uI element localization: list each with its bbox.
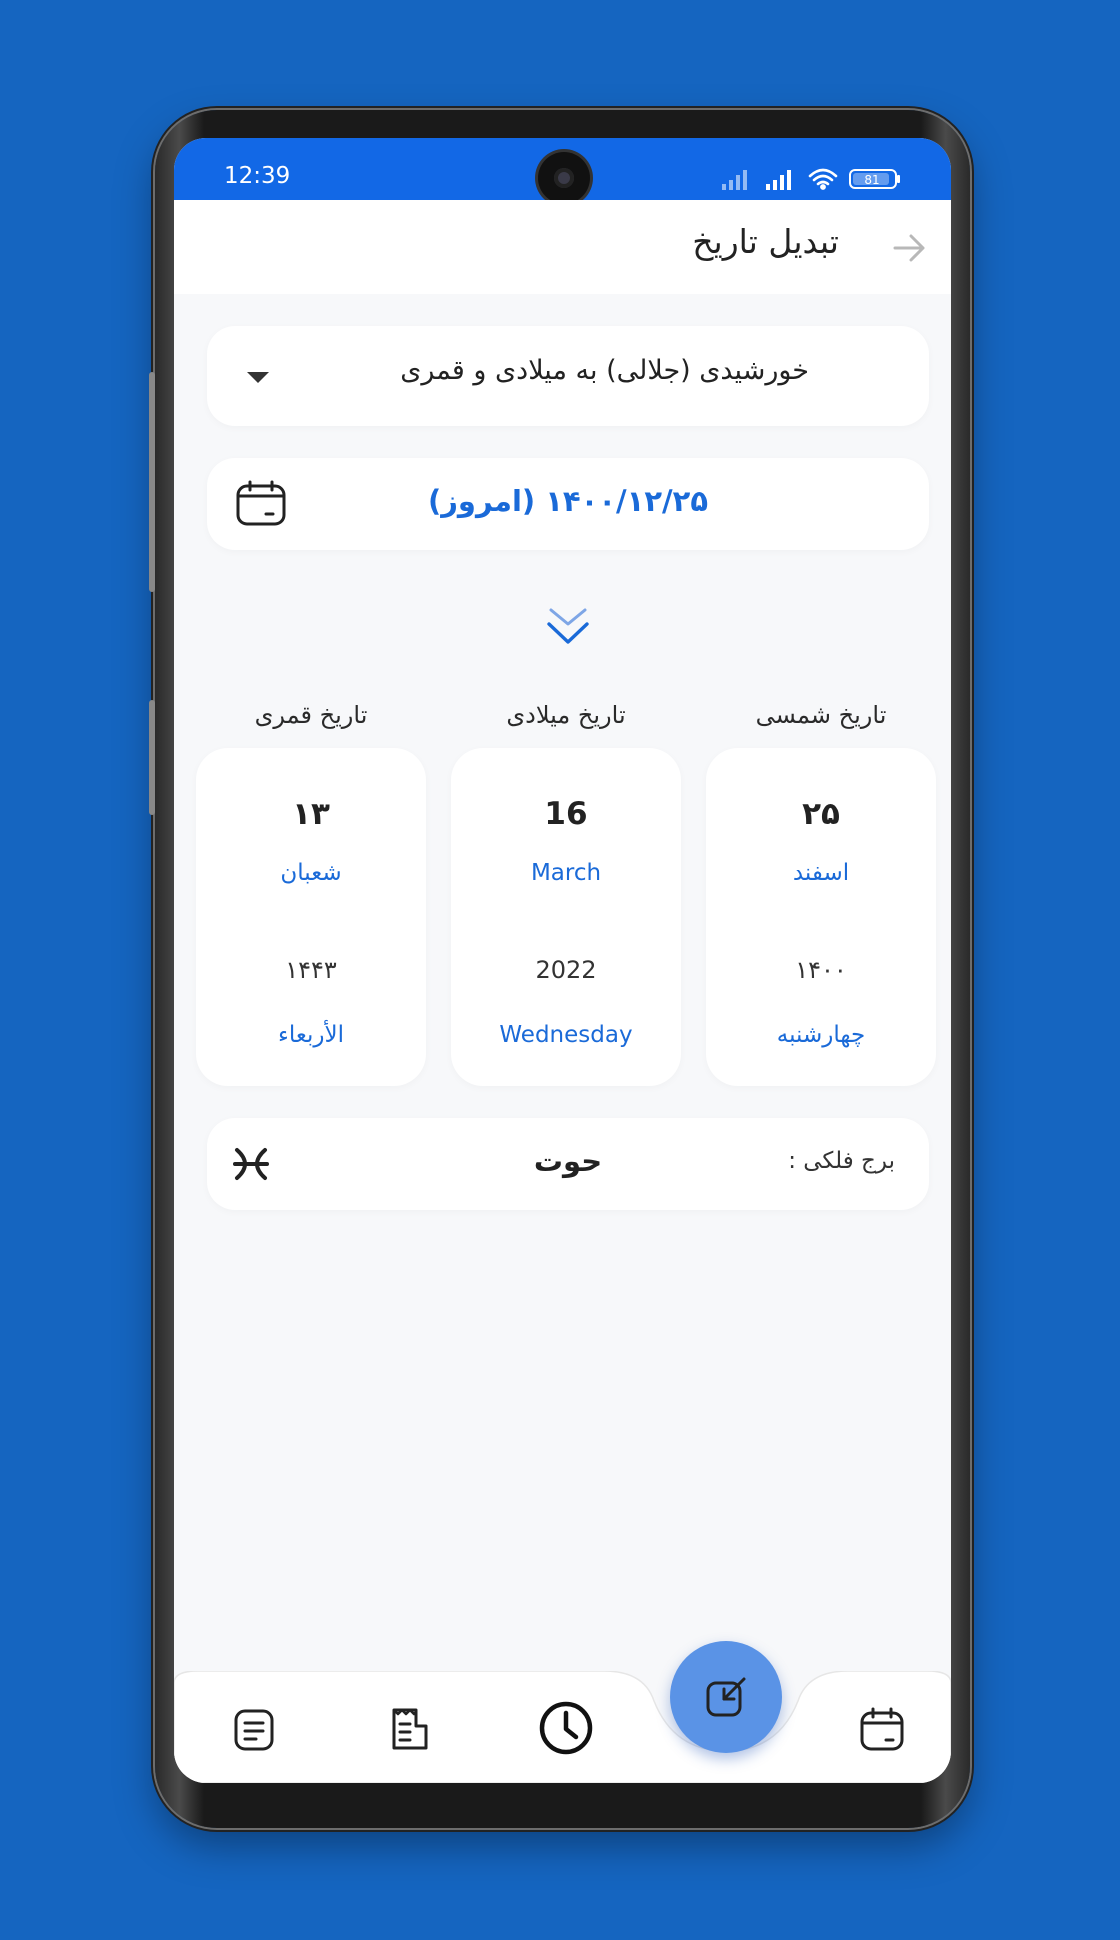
calendar-icon[interactable] <box>235 480 287 528</box>
phone-side-button <box>149 372 155 592</box>
app-header: تبدیل تاریخ <box>174 200 951 294</box>
shamsi-date-card: ۲۵ اسفند ۱۴۰۰ چهارشنبه <box>706 748 936 1086</box>
app-screen: 12:39 81 تبدیل تاریخ خورشیدی (جلالی) به … <box>174 138 951 1783</box>
phone-side-button <box>149 700 155 815</box>
hijri-day: ۱۳ <box>292 796 330 832</box>
date-picker-field[interactable]: ۱۴۰۰/۱۲/۲۵ (امروز) <box>207 458 929 550</box>
gregorian-date-card: 16 March 2022 Wednesday <box>451 748 681 1086</box>
notes-icon[interactable] <box>230 1706 278 1754</box>
receipt-icon[interactable] <box>386 1706 434 1754</box>
hijri-weekday: الأربعاء <box>278 1022 344 1048</box>
battery-icon: 81 <box>849 169 900 189</box>
column-label-hijri: تاریخ قمری <box>254 701 368 729</box>
status-icons: 81 <box>722 168 900 190</box>
status-bar: 12:39 81 <box>174 138 951 204</box>
column-label-shamsi: تاریخ شمسی <box>755 701 887 729</box>
shamsi-weekday: چهارشنبه <box>776 1022 866 1048</box>
caret-down-icon <box>247 372 269 383</box>
gregorian-month: March <box>530 860 602 886</box>
hijri-year: ۱۴۴۳ <box>285 956 337 984</box>
column-label-gregorian: تاریخ میلادی <box>506 701 626 729</box>
front-camera <box>538 152 590 204</box>
gregorian-day: 16 <box>544 796 588 832</box>
shamsi-year: ۱۴۰۰ <box>795 956 847 984</box>
shamsi-month: اسفند <box>792 860 850 886</box>
battery-level: 81 <box>864 173 879 187</box>
gregorian-weekday: Wednesday <box>499 1022 633 1048</box>
zodiac-value: حوت <box>533 1144 603 1178</box>
signal-icon <box>766 170 791 190</box>
conversion-mode-select[interactable]: خورشیدی (جلالی) به میلادی و قمری <box>207 326 929 426</box>
double-chevron-down-icon <box>547 608 589 644</box>
gregorian-year: 2022 <box>535 956 597 984</box>
wifi-icon <box>808 168 838 190</box>
pisces-icon <box>233 1148 269 1180</box>
signal-icon <box>722 170 747 190</box>
calendar-icon[interactable] <box>858 1706 906 1754</box>
selected-date: ۱۴۰۰/۱۲/۲۵ (امروز) <box>427 484 709 518</box>
page-title: تبدیل تاریخ <box>692 222 839 261</box>
conversion-mode-label: خورشیدی (جلالی) به میلادی و قمری <box>400 355 809 386</box>
zodiac-card: برج فلکی : حوت <box>207 1118 929 1210</box>
convert-fab-button[interactable] <box>670 1641 782 1753</box>
clock-icon[interactable] <box>538 1700 594 1756</box>
convert-icon <box>706 1677 746 1717</box>
status-time: 12:39 <box>224 163 291 189</box>
shamsi-day: ۲۵ <box>802 796 840 832</box>
hijri-date-card: ۱۳ شعبان ۱۴۴۳ الأربعاء <box>196 748 426 1086</box>
back-arrow-icon[interactable] <box>891 230 927 266</box>
hijri-month: شعبان <box>280 860 342 886</box>
